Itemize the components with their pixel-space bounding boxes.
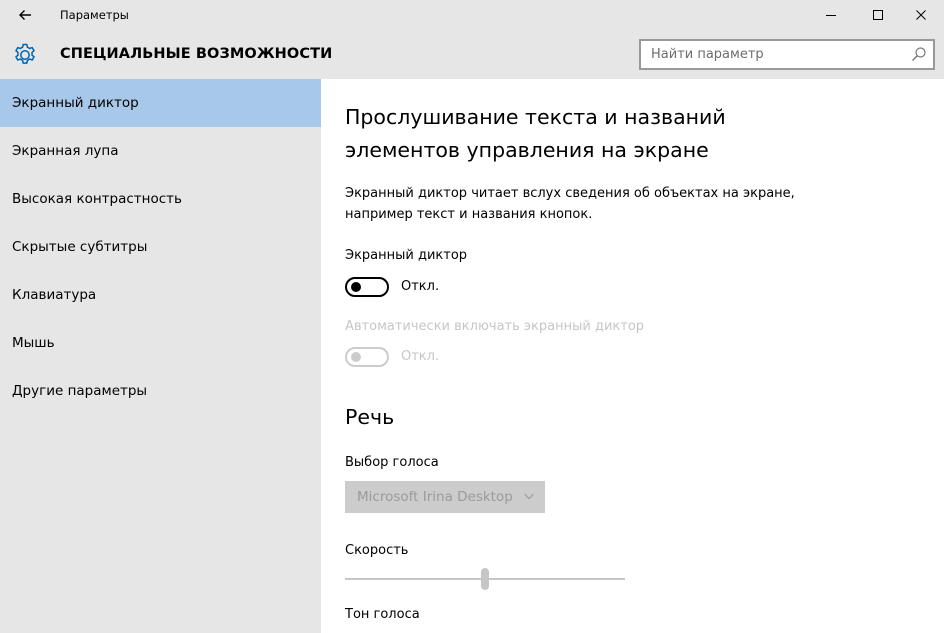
narrator-label: Экранный диктор (345, 248, 468, 263)
speed-label: Скорость (345, 543, 409, 558)
toggle-knob (351, 282, 361, 292)
maximize-button[interactable] (855, 0, 901, 30)
window-title: Параметры (60, 8, 129, 22)
sidebar-item-label: Мышь (12, 335, 55, 351)
search-input[interactable] (641, 41, 901, 68)
voice-label: Выбор голоса (345, 455, 439, 470)
sidebar: Экранный диктор Экранная лупа Высокая ко… (0, 79, 321, 633)
auto-start-label: Автоматически включать экранный диктор (345, 319, 645, 334)
sidebar-item-magnifier[interactable]: Экранная лупа (0, 127, 321, 175)
sidebar-item-label: Экранная лупа (12, 143, 119, 159)
minimize-button[interactable] (808, 0, 854, 30)
sidebar-item-label: Другие параметры (12, 383, 148, 399)
search-icon[interactable] (911, 46, 927, 62)
sidebar-item-other-options[interactable]: Другие параметры (0, 367, 321, 415)
sidebar-item-mouse[interactable]: Мышь (0, 319, 321, 367)
sidebar-item-label: Высокая контрастность (12, 191, 183, 207)
chevron-down-icon (524, 493, 534, 500)
toggle-knob (351, 352, 361, 362)
section-description: Экранный диктор читает вслух сведения об… (345, 186, 795, 222)
sidebar-item-narrator[interactable]: Экранный диктор (0, 79, 321, 127)
narrator-toggle[interactable] (345, 277, 389, 297)
sidebar-item-keyboard[interactable]: Клавиатура (0, 271, 321, 319)
auto-start-toggle[interactable] (345, 347, 389, 367)
sidebar-item-high-contrast[interactable]: Высокая контрастность (0, 175, 321, 223)
sidebar-item-label: Скрытые субтитры (12, 239, 148, 255)
section-heading: Прослушивание текста и названий элементо… (345, 105, 726, 162)
close-icon (916, 10, 926, 20)
minimize-icon (826, 15, 836, 16)
sidebar-item-label: Экранный диктор (12, 95, 139, 111)
title-and-header-bar: Параметры СПЕЦИАЛЬНЫЕ ВОЗМОЖНОСТИ (0, 0, 944, 79)
sidebar-item-closed-captions[interactable]: Скрытые субтитры (0, 223, 321, 271)
auto-start-toggle-state: Откл. (401, 349, 440, 364)
maximize-icon (873, 10, 883, 20)
narrator-toggle-state: Откл. (401, 279, 440, 294)
back-button[interactable] (10, 4, 40, 26)
main-content: Прослушивание текста и названий элементо… (321, 79, 944, 633)
sidebar-item-label: Клавиатура (12, 287, 97, 303)
voice-dropdown[interactable]: Microsoft Irina Desktop (345, 481, 545, 513)
speech-heading: Речь (345, 405, 395, 429)
close-button[interactable] (898, 0, 944, 30)
gear-icon (15, 43, 35, 64)
pitch-label: Тон голоса (345, 607, 420, 622)
search-box[interactable] (639, 39, 935, 70)
arrow-left-icon (19, 10, 31, 20)
voice-selected-value: Microsoft Irina Desktop (357, 489, 513, 505)
page-title: СПЕЦИАЛЬНЫЕ ВОЗМОЖНОСТИ (60, 46, 333, 62)
speed-slider-thumb[interactable] (481, 568, 489, 590)
